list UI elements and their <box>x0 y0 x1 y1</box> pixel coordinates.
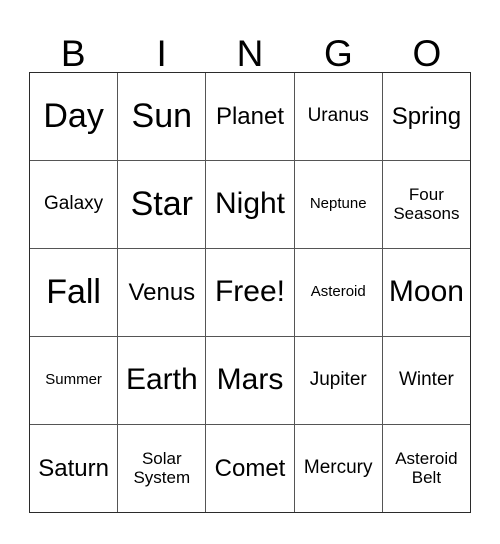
bingo-row-5: Saturn Solar System Comet Mercury Astero… <box>30 425 470 512</box>
bingo-row-4: Summer Earth Mars Jupiter Winter <box>30 337 470 425</box>
bingo-cell-o3[interactable]: Moon <box>383 249 470 336</box>
bingo-cell-label: Spring <box>391 102 462 130</box>
bingo-cell-label: Saturn <box>38 454 109 482</box>
bingo-cell-b4[interactable]: Summer <box>30 337 119 424</box>
bingo-row-3: Fall Venus Free! Asteroid Moon <box>30 249 470 337</box>
bingo-grid: Day Sun Planet Uranus Spring Galaxy Star <box>29 72 471 513</box>
bingo-cell-g5[interactable]: Mercury <box>295 425 383 512</box>
bingo-cell-n5[interactable]: Comet <box>206 425 295 512</box>
bingo-row-2: Galaxy Star Night Neptune Four Seasons <box>30 161 470 249</box>
bingo-header-letter-i: I <box>117 14 205 72</box>
bingo-row-1: Day Sun Planet Uranus Spring <box>30 73 470 161</box>
bingo-cell-i5[interactable]: Solar System <box>118 425 207 512</box>
bingo-cell-free-space[interactable]: Free! <box>206 249 295 336</box>
bingo-cell-label: Night <box>214 187 286 221</box>
bingo-cell-g1[interactable]: Uranus <box>295 73 383 160</box>
bingo-cell-i3[interactable]: Venus <box>118 249 207 336</box>
bingo-cell-label: Asteroid Belt <box>395 449 458 487</box>
bingo-cell-label: Galaxy <box>44 193 104 215</box>
bingo-cell-i1[interactable]: Sun <box>118 73 207 160</box>
bingo-cell-b5[interactable]: Saturn <box>30 425 119 512</box>
bingo-header-letter-n: N <box>206 14 294 72</box>
header-letter-text: O <box>412 33 442 74</box>
bingo-cell-label: Sun <box>131 97 193 136</box>
bingo-header-letter-g: G <box>294 14 382 72</box>
bingo-cell-b3[interactable]: Fall <box>30 249 119 336</box>
bingo-cell-label: Jupiter <box>309 369 367 391</box>
bingo-cell-label: Mercury <box>303 457 373 479</box>
header-letter-text: B <box>60 33 86 74</box>
bingo-cell-label: Moon <box>388 275 464 309</box>
bingo-cell-label: Uranus <box>307 105 369 127</box>
header-letter-text: N <box>236 33 264 74</box>
bingo-card: B I N G O Day Sun Planet Uranus Spring G… <box>0 0 500 544</box>
bingo-cell-i4[interactable]: Earth <box>118 337 207 424</box>
bingo-cell-n4[interactable]: Mars <box>206 337 295 424</box>
bingo-cell-g2[interactable]: Neptune <box>295 161 383 248</box>
bingo-cell-label: Asteroid <box>310 283 366 301</box>
bingo-cell-label: Comet <box>214 454 286 482</box>
bingo-cell-label: Summer <box>45 371 102 389</box>
bingo-cell-b2[interactable]: Galaxy <box>30 161 119 248</box>
bingo-cell-i2[interactable]: Star <box>118 161 207 248</box>
bingo-cell-label: Mars <box>216 363 284 397</box>
bingo-cell-o4[interactable]: Winter <box>383 337 470 424</box>
bingo-cell-label: Star <box>130 185 193 224</box>
bingo-cell-label: Neptune <box>309 195 367 213</box>
bingo-cell-b1[interactable]: Day <box>30 73 119 160</box>
bingo-cell-label: Venus <box>128 278 196 306</box>
header-letter-text: I <box>156 33 167 74</box>
bingo-cell-label: Winter <box>398 369 454 391</box>
bingo-header-letter-b: B <box>29 14 117 72</box>
bingo-cell-o5[interactable]: Asteroid Belt <box>383 425 470 512</box>
bingo-cell-label: Day <box>43 97 104 136</box>
bingo-cell-label: Earth <box>125 363 198 397</box>
bingo-cell-label: Planet <box>215 102 285 130</box>
bingo-cell-o1[interactable]: Spring <box>383 73 470 160</box>
bingo-header-letter-o: O <box>383 14 471 72</box>
bingo-free-space-label: Free! <box>214 275 286 309</box>
bingo-cell-g3[interactable]: Asteroid <box>295 249 383 336</box>
header-letter-text: G <box>324 33 353 74</box>
bingo-cell-n2[interactable]: Night <box>206 161 295 248</box>
bingo-cell-g4[interactable]: Jupiter <box>295 337 383 424</box>
bingo-cell-label: Solar System <box>133 449 191 487</box>
bingo-header-row: B I N G O <box>29 14 471 72</box>
bingo-cell-label: Four Seasons <box>393 185 460 223</box>
bingo-cell-label: Fall <box>46 273 101 312</box>
bingo-cell-n1[interactable]: Planet <box>206 73 295 160</box>
bingo-cell-o2[interactable]: Four Seasons <box>383 161 470 248</box>
